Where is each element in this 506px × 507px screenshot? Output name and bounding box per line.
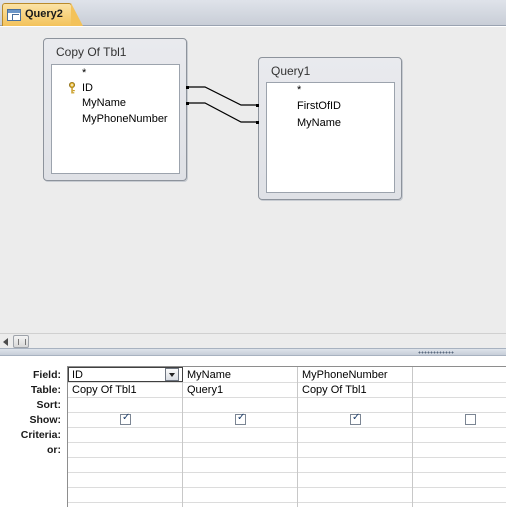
row-label-table: Table:: [30, 384, 61, 396]
grid-column[interactable]: [413, 367, 506, 507]
field-list-item[interactable]: MyPhoneNumber: [82, 113, 168, 125]
table-box-query1[interactable]: Query1 * FirstOfID MyName: [258, 57, 402, 200]
scroll-left-arrow-icon[interactable]: [1, 336, 12, 347]
table-cell[interactable]: Query1: [187, 384, 223, 396]
field-cell[interactable]: MyName: [187, 369, 231, 381]
field-list-item[interactable]: *: [82, 67, 86, 79]
query-design-grid[interactable]: ID Copy Of Tbl1 MyName Query1 MyPhoneNum…: [67, 366, 506, 507]
field-list-item[interactable]: *: [297, 84, 301, 96]
splitter-grip-icon[interactable]: [418, 351, 454, 354]
row-label-field: Field:: [33, 369, 61, 381]
primary-key-icon: [69, 82, 75, 94]
field-list[interactable]: * ID MyName MyPhoneNumber: [51, 64, 180, 174]
document-tab-strip: Query2: [0, 0, 506, 26]
show-checkbox[interactable]: [350, 412, 361, 425]
horizontal-scrollbar[interactable]: [0, 333, 506, 348]
show-checkbox[interactable]: [120, 412, 131, 425]
scroll-thumb[interactable]: [13, 335, 29, 348]
field-dropdown-button[interactable]: [165, 368, 179, 381]
row-label-or: or:: [47, 444, 61, 456]
field-cell[interactable]: MyPhoneNumber: [302, 369, 388, 381]
grid-column[interactable]: MyName Query1: [183, 367, 298, 507]
row-label-show: Show:: [29, 414, 62, 426]
grid-column[interactable]: ID Copy Of Tbl1: [68, 367, 183, 507]
pane-splitter[interactable]: [0, 348, 506, 356]
field-list-item[interactable]: MyName: [297, 117, 341, 129]
grid-column[interactable]: MyPhoneNumber Copy Of Tbl1: [298, 367, 413, 507]
table-title[interactable]: Query1: [271, 64, 310, 78]
table-box-copy-of-tbl1[interactable]: Copy Of Tbl1 * ID MyName MyPhoneNumber: [43, 38, 187, 181]
query-design-grid-pane: Field: Table: Sort: Show: Criteria: or: …: [0, 356, 506, 507]
tab-notch: [71, 3, 83, 26]
table-cell[interactable]: Copy Of Tbl1: [72, 384, 137, 396]
field-list[interactable]: * FirstOfID MyName: [266, 82, 395, 193]
show-checkbox[interactable]: [235, 412, 246, 425]
table-title[interactable]: Copy Of Tbl1: [56, 45, 126, 59]
row-label-sort: Sort:: [36, 399, 62, 411]
field-list-item[interactable]: FirstOfID: [297, 100, 341, 112]
show-checkbox[interactable]: [465, 414, 476, 425]
query-object-icon: [7, 9, 21, 21]
tab-label: Query2: [25, 8, 63, 20]
field-cell[interactable]: ID: [72, 369, 83, 381]
field-list-item[interactable]: ID: [82, 82, 93, 94]
field-list-item[interactable]: MyName: [82, 97, 126, 109]
grid-row-labels: Field: Table: Sort: Show: Criteria: or:: [0, 356, 67, 507]
row-label-criteria: Criteria:: [20, 429, 61, 441]
table-cell[interactable]: Copy Of Tbl1: [302, 384, 367, 396]
tab-query2[interactable]: Query2: [2, 3, 72, 26]
